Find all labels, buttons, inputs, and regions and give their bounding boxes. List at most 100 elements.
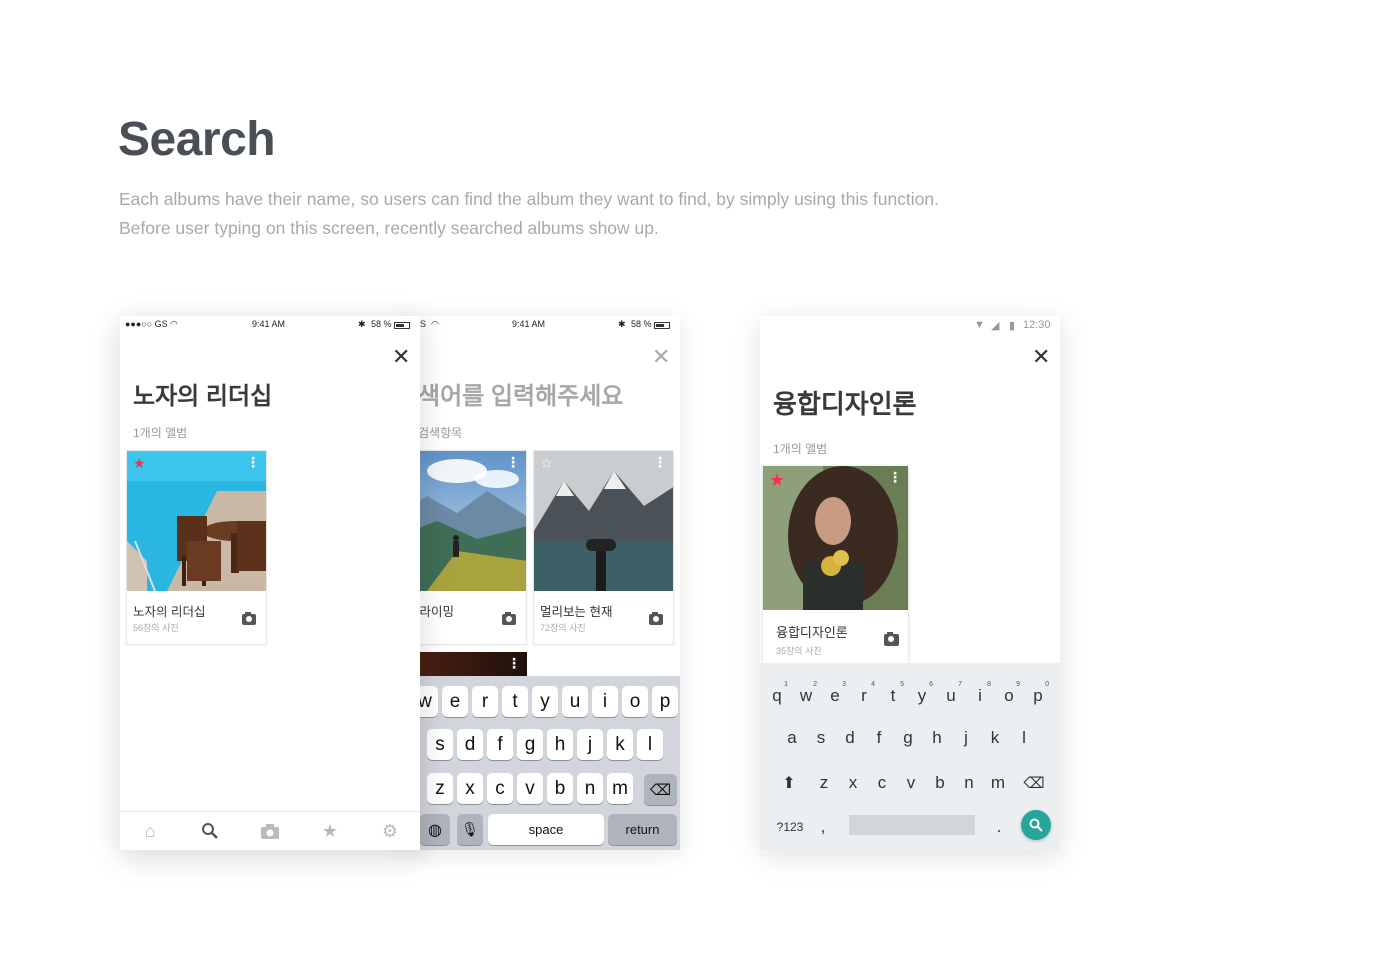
key-b[interactable]: b: [547, 773, 573, 804]
key-l[interactable]: l: [1011, 723, 1037, 753]
star-outline-icon[interactable]: ☆: [540, 456, 553, 470]
key-number-hint: 0: [1045, 681, 1049, 688]
key-z[interactable]: z: [427, 773, 453, 804]
key-m[interactable]: m: [607, 773, 633, 804]
camera-icon[interactable]: [649, 612, 663, 625]
key-o[interactable]: o: [622, 686, 648, 717]
key-z[interactable]: z: [811, 768, 837, 798]
album-count-label: 1개의 앨범: [133, 426, 188, 440]
key-p[interactable]: p0: [1025, 681, 1051, 711]
key-letter: q: [772, 686, 782, 705]
key-e[interactable]: e3: [822, 681, 848, 711]
key-number-hint: 5: [900, 681, 904, 688]
key-c[interactable]: c: [487, 773, 513, 804]
close-icon[interactable]: ✕: [1032, 346, 1050, 368]
key-w[interactable]: w2: [793, 681, 819, 711]
search-icon[interactable]: [1021, 810, 1051, 840]
close-icon[interactable]: ✕: [392, 346, 410, 368]
backspace-icon[interactable]: ⌫: [1021, 768, 1047, 798]
key-o[interactable]: o9: [996, 681, 1022, 711]
key-h[interactable]: h: [547, 729, 573, 760]
album-card[interactable]: ☆ ⋮ 멀리보는 현재 72장의 사진: [533, 450, 674, 645]
gear-icon[interactable]: ⚙: [379, 820, 401, 842]
key-i[interactable]: i8: [967, 681, 993, 711]
symbols-key[interactable]: ?123: [772, 812, 808, 842]
signal-icon: ◢: [991, 320, 1000, 332]
more-icon[interactable]: ⋮: [246, 455, 260, 469]
key-v[interactable]: v: [898, 768, 924, 798]
album-card[interactable]: ★ ⋮ 융합디자인론 35장의 사진: [763, 466, 908, 663]
more-icon[interactable]: ⋮: [507, 656, 521, 670]
key-x[interactable]: x: [840, 768, 866, 798]
backspace-key[interactable]: ⌫: [644, 774, 677, 805]
key-b[interactable]: b: [927, 768, 953, 798]
key-t[interactable]: t5: [880, 681, 906, 711]
camera-icon[interactable]: [502, 612, 516, 625]
key-q[interactable]: q1: [764, 681, 790, 711]
key-c[interactable]: c: [869, 768, 895, 798]
key-number-hint: 6: [929, 681, 933, 688]
star-filled-icon[interactable]: ★: [133, 456, 146, 470]
key-r[interactable]: r4: [851, 681, 877, 711]
key-m[interactable]: m: [985, 768, 1011, 798]
more-icon[interactable]: ⋮: [888, 470, 902, 484]
key-l[interactable]: l: [637, 729, 663, 760]
space-key[interactable]: [849, 815, 975, 835]
key-h[interactable]: h: [924, 723, 950, 753]
key-d[interactable]: d: [837, 723, 863, 753]
key-d[interactable]: d: [457, 729, 483, 760]
battery-percent: 58 %: [371, 319, 392, 329]
microphone-icon[interactable]: 🎙: [457, 814, 483, 845]
key-a[interactable]: a: [779, 723, 805, 753]
key-t[interactable]: t: [502, 686, 528, 717]
search-input[interactable]: 노자의 리더십: [133, 376, 272, 411]
key-k[interactable]: k: [607, 729, 633, 760]
key-n[interactable]: n: [956, 768, 982, 798]
key-g[interactable]: g: [517, 729, 543, 760]
key-j[interactable]: j: [577, 729, 603, 760]
star-icon[interactable]: ★: [319, 820, 341, 842]
return-key[interactable]: return: [608, 814, 677, 845]
key-y[interactable]: y: [532, 686, 558, 717]
key-y[interactable]: y6: [909, 681, 935, 711]
key-i[interactable]: i: [592, 686, 618, 717]
close-icon[interactable]: ✕: [652, 346, 670, 368]
key-p[interactable]: p: [652, 686, 678, 717]
android-keyboard: q1w2e3r4t5y6u7i8o9p0 asdfghjkl zxcvbnm ⬆…: [760, 663, 1060, 850]
more-icon[interactable]: ⋮: [506, 455, 520, 469]
key-u[interactable]: u7: [938, 681, 964, 711]
home-icon[interactable]: ⌂: [139, 820, 161, 842]
key-v[interactable]: v: [517, 773, 543, 804]
more-icon[interactable]: ⋮: [653, 455, 667, 469]
camera-icon[interactable]: [884, 632, 899, 646]
key-k[interactable]: k: [982, 723, 1008, 753]
key-g[interactable]: g: [895, 723, 921, 753]
search-icon[interactable]: [199, 820, 221, 842]
key-number-hint: 4: [871, 681, 875, 688]
camera-icon[interactable]: [259, 820, 281, 842]
key-u[interactable]: u: [562, 686, 588, 717]
key-s[interactable]: s: [427, 729, 453, 760]
key-n[interactable]: n: [577, 773, 603, 804]
search-input[interactable]: 색어를 입력해주세요: [418, 376, 623, 411]
shift-icon[interactable]: ⬆: [776, 768, 802, 798]
key-f[interactable]: f: [866, 723, 892, 753]
globe-icon[interactable]: ◍: [420, 814, 450, 845]
key-r[interactable]: r: [472, 686, 498, 717]
key-e[interactable]: e: [442, 686, 468, 717]
album-card[interactable]: ★ ⋮ 노자의 리더십 56장의 사진: [126, 450, 267, 645]
space-key[interactable]: space: [488, 814, 604, 845]
key-s[interactable]: s: [808, 723, 834, 753]
key-letter: y: [917, 686, 927, 705]
period-key[interactable]: .: [986, 812, 1012, 842]
key-letter: p: [1033, 686, 1043, 705]
description-line-2: Before user typing on this screen, recen…: [119, 218, 659, 238]
battery-percent: 58 %: [631, 319, 652, 329]
key-j[interactable]: j: [953, 723, 979, 753]
key-f[interactable]: f: [487, 729, 513, 760]
comma-key[interactable]: ,: [810, 812, 836, 842]
camera-icon[interactable]: [242, 612, 256, 625]
star-filled-icon[interactable]: ★: [769, 471, 785, 489]
key-x[interactable]: x: [457, 773, 483, 804]
search-input[interactable]: 융합디자인론: [773, 384, 917, 421]
